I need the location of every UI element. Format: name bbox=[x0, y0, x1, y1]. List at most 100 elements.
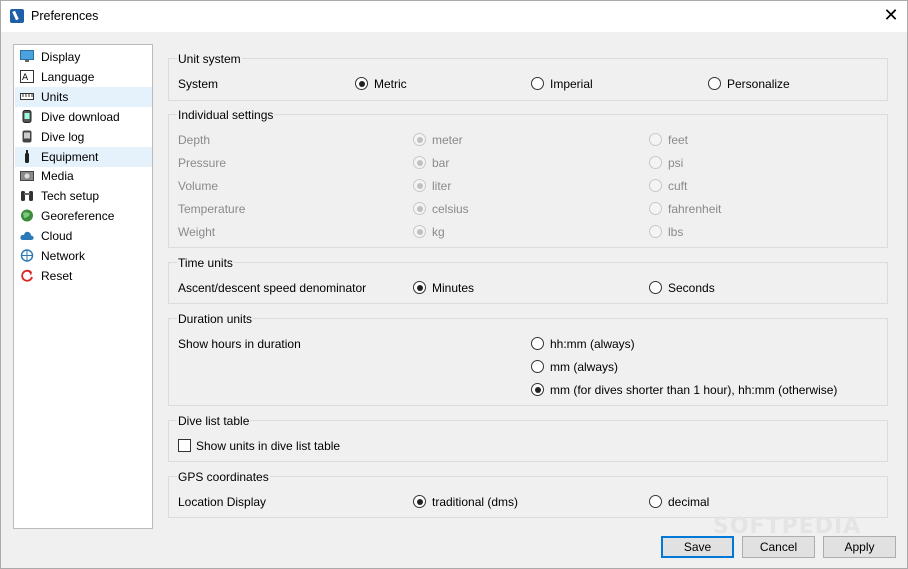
imperial-radio-label[interactable]: Imperial bbox=[550, 77, 593, 91]
sidebar-item-cloud[interactable]: Cloud bbox=[15, 226, 152, 246]
sidebar-item-label: Georeference bbox=[41, 209, 115, 223]
sidebar-item-equipment[interactable]: Equipment bbox=[15, 147, 152, 167]
duration-units-title: Duration units bbox=[177, 312, 254, 326]
mm-conditional-radio[interactable] bbox=[531, 383, 544, 396]
cloud-icon bbox=[20, 231, 34, 240]
sidebar-item-display[interactable]: Display bbox=[15, 47, 152, 67]
sidebar-item-units[interactable]: Units bbox=[15, 87, 152, 107]
preferences-sidebar: Display A Language Units Dive download D… bbox=[13, 44, 153, 529]
hhmm-always-radio[interactable] bbox=[531, 337, 544, 350]
depth-metric-label[interactable]: meter bbox=[432, 133, 463, 147]
sidebar-item-georeference[interactable]: Georeference bbox=[15, 206, 152, 226]
hhmm-always-label[interactable]: hh:mm (always) bbox=[550, 337, 635, 351]
volume-metric-label[interactable]: liter bbox=[432, 179, 451, 193]
media-icon bbox=[20, 171, 34, 181]
sidebar-item-label: Display bbox=[41, 50, 81, 64]
weight-imperial-label[interactable]: lbs bbox=[668, 225, 683, 239]
sidebar-item-label: Tech setup bbox=[41, 189, 100, 203]
seconds-radio-label[interactable]: Seconds bbox=[668, 281, 715, 295]
volume-label: Volume bbox=[178, 179, 219, 193]
language-icon: A bbox=[20, 70, 34, 83]
window-title: Preferences bbox=[31, 9, 99, 23]
gps-coordinates-group bbox=[168, 476, 888, 518]
sidebar-item-label: Cloud bbox=[41, 229, 73, 243]
seconds-radio[interactable] bbox=[649, 281, 662, 294]
location-display-label: Location Display bbox=[178, 495, 267, 509]
dive-log-icon bbox=[22, 130, 32, 143]
temperature-label: Temperature bbox=[178, 202, 246, 216]
network-icon bbox=[20, 249, 34, 262]
individual-settings-group bbox=[168, 114, 888, 248]
volume-imperial-label[interactable]: cuft bbox=[668, 179, 687, 193]
dive-list-table-title: Dive list table bbox=[177, 414, 251, 428]
pressure-imperial-label[interactable]: psi bbox=[668, 156, 683, 170]
dive-computer-icon bbox=[22, 110, 32, 123]
pressure-metric-radio[interactable] bbox=[413, 156, 426, 169]
sidebar-item-label: Equipment bbox=[41, 150, 99, 164]
individual-settings-title: Individual settings bbox=[177, 108, 275, 122]
speed-denominator-label: Ascent/descent speed denominator bbox=[178, 281, 367, 295]
show-units-label[interactable]: Show units in dive list table bbox=[196, 439, 340, 453]
title-bar: Preferences ✕ bbox=[1, 1, 907, 32]
imperial-radio[interactable] bbox=[531, 77, 544, 90]
minutes-radio[interactable] bbox=[413, 281, 426, 294]
sidebar-item-tech-setup[interactable]: Tech setup bbox=[15, 186, 152, 206]
depth-label: Depth bbox=[178, 133, 211, 147]
depth-imperial-radio[interactable] bbox=[649, 133, 662, 146]
decimal-label[interactable]: decimal bbox=[668, 495, 709, 509]
ruler-icon bbox=[20, 93, 34, 100]
traditional-dms-radio[interactable] bbox=[413, 495, 426, 508]
sidebar-item-label: Dive log bbox=[41, 130, 85, 144]
pressure-metric-label[interactable]: bar bbox=[432, 156, 449, 170]
system-label: System bbox=[178, 77, 219, 91]
temperature-metric-radio[interactable] bbox=[413, 202, 426, 215]
temperature-metric-label[interactable]: celsius bbox=[432, 202, 469, 216]
preferences-window: Preferences ✕ Display A Language Units D… bbox=[0, 0, 908, 569]
mm-always-label[interactable]: mm (always) bbox=[550, 360, 618, 374]
show-hours-label: Show hours in duration bbox=[178, 337, 301, 351]
pressure-imperial-radio[interactable] bbox=[649, 156, 662, 169]
sidebar-item-media[interactable]: Media bbox=[15, 166, 152, 186]
decimal-radio[interactable] bbox=[649, 495, 662, 508]
mm-always-radio[interactable] bbox=[531, 360, 544, 373]
save-button[interactable]: Save bbox=[661, 536, 734, 558]
weight-imperial-radio[interactable] bbox=[649, 225, 662, 238]
metric-radio[interactable] bbox=[355, 77, 368, 90]
sidebar-item-label: Language bbox=[41, 70, 95, 84]
weight-metric-label[interactable]: kg bbox=[432, 225, 445, 239]
metric-radio-label[interactable]: Metric bbox=[374, 77, 407, 91]
weight-label: Weight bbox=[178, 225, 216, 239]
depth-metric-radio[interactable] bbox=[413, 133, 426, 146]
depth-imperial-label[interactable]: feet bbox=[668, 133, 688, 147]
sidebar-item-dive-log[interactable]: Dive log bbox=[15, 127, 152, 147]
minutes-radio-label[interactable]: Minutes bbox=[432, 281, 474, 295]
weight-metric-radio[interactable] bbox=[413, 225, 426, 238]
tech-setup-icon bbox=[21, 191, 33, 201]
sidebar-item-label: Reset bbox=[41, 269, 73, 283]
monitor-icon bbox=[20, 50, 34, 62]
mm-conditional-label[interactable]: mm (for dives shorter than 1 hour), hh:m… bbox=[550, 383, 837, 397]
volume-metric-radio[interactable] bbox=[413, 179, 426, 192]
temperature-imperial-radio[interactable] bbox=[649, 202, 662, 215]
traditional-dms-label[interactable]: traditional (dms) bbox=[432, 495, 518, 509]
sidebar-item-label: Network bbox=[41, 249, 86, 263]
volume-imperial-radio[interactable] bbox=[649, 179, 662, 192]
reset-icon bbox=[21, 269, 33, 282]
cancel-button[interactable]: Cancel bbox=[742, 536, 815, 558]
gps-coordinates-title: GPS coordinates bbox=[177, 470, 270, 484]
temperature-imperial-label[interactable]: fahrenheit bbox=[668, 202, 721, 216]
close-icon[interactable]: ✕ bbox=[881, 7, 901, 27]
unit-system-title: Unit system bbox=[177, 52, 242, 66]
apply-button[interactable]: Apply bbox=[823, 536, 896, 558]
show-units-checkbox[interactable] bbox=[178, 439, 191, 452]
sidebar-item-network[interactable]: Network bbox=[15, 246, 152, 266]
pressure-label: Pressure bbox=[178, 156, 227, 170]
personalize-radio[interactable] bbox=[708, 77, 721, 90]
sidebar-item-label: Units bbox=[41, 90, 69, 104]
personalize-radio-label[interactable]: Personalize bbox=[727, 77, 790, 91]
sidebar-item-dive-download[interactable]: Dive download bbox=[15, 107, 152, 127]
time-units-title: Time units bbox=[177, 256, 234, 270]
tank-icon bbox=[25, 150, 29, 163]
sidebar-item-reset[interactable]: Reset bbox=[15, 266, 152, 286]
sidebar-item-language[interactable]: A Language bbox=[15, 67, 152, 87]
